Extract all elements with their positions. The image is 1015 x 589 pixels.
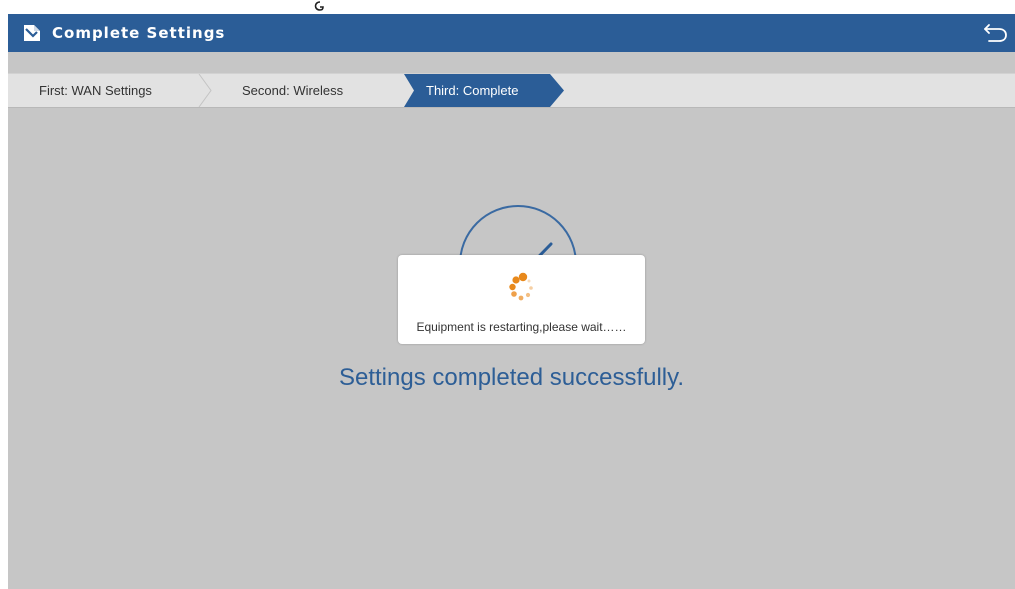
step-wireless[interactable]: Second: Wireless (242, 74, 343, 107)
page-title: Complete Settings (52, 24, 226, 42)
wizard-steps: First: WAN Settings Second: Wireless Thi… (8, 73, 1015, 108)
step-wan-settings[interactable]: First: WAN Settings (39, 74, 152, 107)
restart-message: Equipment is restarting,please wait…… (416, 320, 627, 334)
cropped-text-fragment (314, 1, 324, 11)
back-button[interactable] (981, 20, 1009, 46)
success-message: Settings completed successfully. (338, 364, 685, 391)
loading-spinner-icon (509, 272, 533, 301)
step-separator-chevron (198, 74, 212, 107)
return-arrow-icon (984, 24, 1007, 42)
page-frame: Complete Settings First: WAN Settings Se… (0, 0, 1015, 589)
title-bar: Complete Settings (8, 14, 1015, 52)
restart-dialog: Equipment is restarting,please wait…… (398, 255, 645, 344)
document-icon (24, 25, 40, 41)
router-settings-window: Complete Settings First: WAN Settings Se… (8, 14, 1015, 589)
step-complete[interactable]: Third: Complete (426, 74, 518, 107)
